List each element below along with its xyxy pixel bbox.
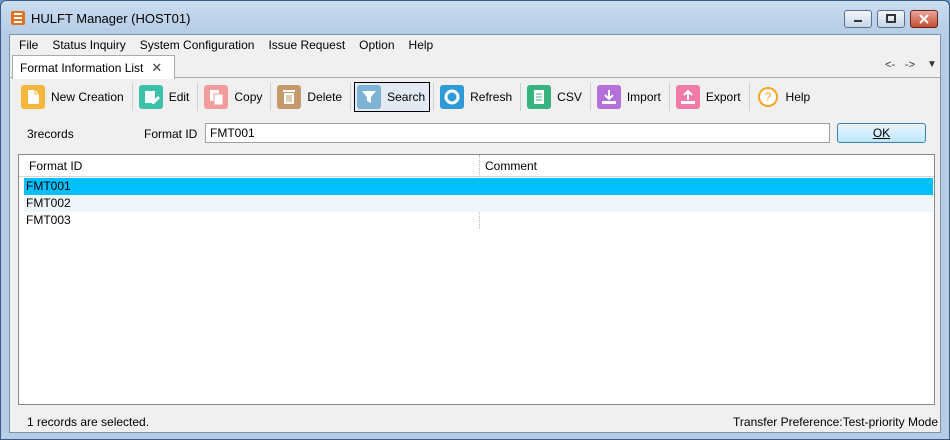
copy-label: Copy [234,90,263,104]
refresh-label: Refresh [470,90,513,104]
import-icon [596,85,621,109]
record-count: 3records [27,127,74,141]
delete-button[interactable]: Delete [274,82,347,112]
toolbar-separator [197,83,199,111]
toolbar-separator [131,83,133,111]
hulft-logo-icon [11,11,25,25]
column-header-format-id[interactable]: Format ID [29,159,82,173]
trash-icon [277,85,302,109]
toolbar-separator [520,83,522,111]
edit-label: Edit [168,90,190,104]
csv-button[interactable]: CSV [524,82,587,112]
csv-icon [527,85,552,109]
refresh-icon [440,85,465,109]
menu-bar: File Status Inquiry System Configuration Is… [10,35,940,55]
maximize-button[interactable] [877,10,905,28]
status-bar: 1 records are selected. Transfer Prefere… [10,410,940,432]
tab-nav-forward[interactable]: -> [905,59,915,71]
column-header-comment[interactable]: Comment [485,159,537,173]
csv-label: CSV [557,90,582,104]
table-row[interactable]: FMT003 [24,212,933,229]
window-title: HULFT Manager (HOST01) [31,11,191,26]
search-label: Search [387,90,426,104]
refresh-button[interactable]: Refresh [437,82,517,112]
copy-icon [204,85,229,109]
filter-row: 3records Format ID OK [10,121,940,145]
tab-close-icon[interactable]: ✕ [151,60,162,76]
menu-item-system-configuration[interactable]: System Configuration [133,35,262,55]
cell-format-id: FMT001 [26,179,71,193]
tab-strip: Format Information List ✕ <- -> ▼ [10,55,940,79]
new-creation-label: New Creation [51,90,124,104]
edit-button[interactable]: Edit [136,82,195,112]
format-id-input[interactable] [205,123,830,143]
help-button[interactable]: ? Help [753,82,816,112]
maximize-icon [886,14,896,23]
table-row[interactable]: FMT002 [24,195,933,212]
toolbar-separator [270,83,272,111]
ok-button[interactable]: OK [837,123,926,143]
table-row[interactable]: FMT001 [24,178,933,195]
export-icon [675,85,700,109]
status-transfer-mode: Transfer Preference:Test-priority Mode [733,415,938,429]
toolbar-separator [748,83,750,111]
menu-item-file[interactable]: File [10,35,45,55]
copy-button[interactable]: Copy [201,82,267,112]
tab-format-information-list[interactable]: Format Information List ✕ [12,55,175,79]
tab-label: Format Information List [20,60,144,75]
minimize-icon [854,20,862,22]
status-selection-text: 1 records are selected. [27,415,150,429]
help-label: Help [785,90,811,104]
menu-item-help[interactable]: Help [402,35,441,55]
import-label: Import [626,90,661,104]
app-window: HULFT Manager (HOST01) File Status Inquir… [0,0,950,440]
table-header: Format ID Comment [19,155,934,177]
toolbar-separator [668,83,670,111]
client-area: File Status Inquiry System Configuration Is… [9,34,941,433]
minimize-button[interactable] [844,10,872,28]
format-table: Format ID Comment FMT001 FMT002 FMT003 [18,154,935,405]
title-bar[interactable]: HULFT Manager (HOST01) [1,1,949,34]
toolbar-separator [433,83,435,111]
menu-item-option[interactable]: Option [352,35,401,55]
new-creation-button[interactable]: New Creation [18,82,129,112]
edit-icon [138,85,163,109]
export-label: Export [705,90,741,104]
tab-nav-back[interactable]: <- [885,59,895,71]
close-icon [919,14,929,24]
toolbar-separator [589,83,591,111]
import-button[interactable]: Import [594,82,666,112]
menu-item-issue-request[interactable]: Issue Request [261,35,352,55]
export-button[interactable]: Export [673,82,746,112]
menu-item-status-inquiry[interactable]: Status Inquiry [45,35,132,55]
format-id-label: Format ID [144,127,198,141]
tab-overflow-icon[interactable]: ▼ [927,59,937,70]
svg-text:?: ? [764,90,771,104]
close-window-button[interactable] [910,10,938,28]
cell-format-id: FMT003 [26,213,71,227]
toolbar-separator [350,83,352,111]
help-icon: ? [756,85,780,109]
cell-format-id: FMT002 [26,196,71,210]
search-button[interactable]: Search [354,82,431,112]
toolbar: New Creation Edit Copy Delete Search Refresh C… [10,79,940,115]
filter-icon [357,85,382,109]
ok-button-label: OK [872,126,891,140]
new-creation-icon [21,85,45,109]
delete-label: Delete [307,90,343,104]
